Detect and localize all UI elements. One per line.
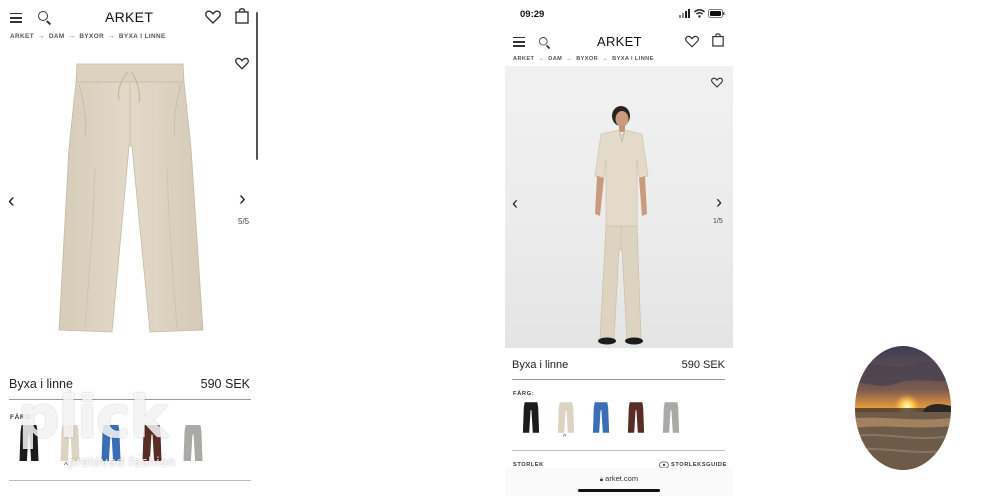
breadcrumb-item[interactable]: ARKET <box>513 56 534 62</box>
color-swatch-grey[interactable] <box>182 424 204 462</box>
selected-caret-icon: ^ <box>64 461 68 470</box>
product-price: 590 SEK <box>681 359 725 371</box>
breadcrumb: ARKET → DAM → BYXOR → BYXA I LINNE <box>513 56 654 62</box>
bag-icon[interactable] <box>235 8 249 24</box>
status-time: 09:29 <box>520 9 545 20</box>
color-swatch-brown[interactable] <box>627 401 645 434</box>
brand-logo[interactable]: ARKET <box>105 9 153 25</box>
sunset-video-bubble[interactable] <box>855 346 951 470</box>
breadcrumb-item[interactable]: DAM <box>49 33 65 40</box>
color-swatch-black[interactable] <box>18 424 40 462</box>
breadcrumb-item[interactable]: BYXA I LINNE <box>612 56 654 62</box>
arrow-right-icon: → <box>538 56 545 62</box>
wishlist-heart-icon[interactable] <box>711 77 723 88</box>
selected-caret-icon: ^ <box>563 434 567 441</box>
search-icon[interactable] <box>38 11 52 25</box>
menu-icon[interactable] <box>10 13 22 23</box>
gallery-counter: 5/5 <box>238 217 250 226</box>
breadcrumb-item[interactable]: DAM <box>548 56 562 62</box>
divider <box>9 480 251 481</box>
heart-icon[interactable] <box>205 10 221 24</box>
color-swatch-blue[interactable] <box>592 401 610 434</box>
divider <box>512 379 725 380</box>
scrollbar[interactable] <box>256 12 258 160</box>
breadcrumb: ARKET → DAM → BYXOR → BYXA I LINNE <box>10 33 166 40</box>
search-icon[interactable] <box>539 37 551 49</box>
url-value: arket.com <box>605 474 639 483</box>
product-image-model <box>594 106 649 345</box>
divider <box>9 399 251 400</box>
arrow-right-icon: → <box>68 33 76 40</box>
wifi-icon <box>694 9 705 18</box>
lock-icon: 🔒︎ <box>599 477 604 483</box>
gallery-next-arrow[interactable]: › <box>716 193 722 211</box>
color-label: FÄRG: <box>513 391 535 397</box>
heart-icon[interactable] <box>685 35 699 48</box>
product-name: Byxa i linne <box>9 377 73 391</box>
arrow-right-icon: → <box>602 56 609 62</box>
url-text: 🔒︎ arket.com <box>505 474 733 484</box>
gallery-prev-arrow[interactable]: ‹ <box>512 194 518 212</box>
right-phone-screen: 09:29 ARKET ARKET → DAM → BYXOR → BYXA I LIN <box>505 0 733 496</box>
breadcrumb-item[interactable]: BYXOR <box>79 33 104 40</box>
breadcrumb-item[interactable]: BYXOR <box>576 56 598 62</box>
breadcrumb-item[interactable]: ARKET <box>10 33 34 40</box>
signal-icon <box>679 9 690 18</box>
gallery-next-arrow[interactable]: › <box>239 189 246 209</box>
gallery-counter: 1/5 <box>713 218 723 225</box>
gallery-prev-arrow[interactable]: ‹ <box>8 191 15 211</box>
color-swatch-black[interactable] <box>522 401 540 434</box>
left-header: ARKET <box>0 0 258 34</box>
product-price: 590 SEK <box>200 377 250 391</box>
bag-icon[interactable] <box>712 33 724 47</box>
arrow-right-icon: → <box>108 33 115 40</box>
battery-icon <box>708 9 725 18</box>
wishlist-heart-icon[interactable] <box>235 57 249 70</box>
menu-icon[interactable] <box>513 37 525 47</box>
divider <box>512 450 725 451</box>
color-swatch-blue[interactable] <box>100 424 122 462</box>
breadcrumb-item[interactable]: BYXA I LINNE <box>119 33 166 40</box>
home-indicator[interactable] <box>578 489 660 492</box>
arrow-right-icon: → <box>38 33 45 40</box>
color-swatch-grey[interactable] <box>662 401 680 434</box>
color-label: FÄRG: <box>10 414 34 421</box>
product-image-trousers <box>58 63 204 333</box>
left-product-screen: ARKET ARKET→DAM→BYXOR→BYXA I LINNE <box>0 0 260 496</box>
color-swatch-beige[interactable] <box>59 424 81 462</box>
color-swatch-beige[interactable] <box>557 401 575 434</box>
arrow-right-icon: → <box>566 56 573 62</box>
brand-logo[interactable]: ARKET <box>597 34 642 49</box>
product-name: Byxa i linne <box>512 359 569 371</box>
color-swatch-brown[interactable] <box>141 424 163 462</box>
